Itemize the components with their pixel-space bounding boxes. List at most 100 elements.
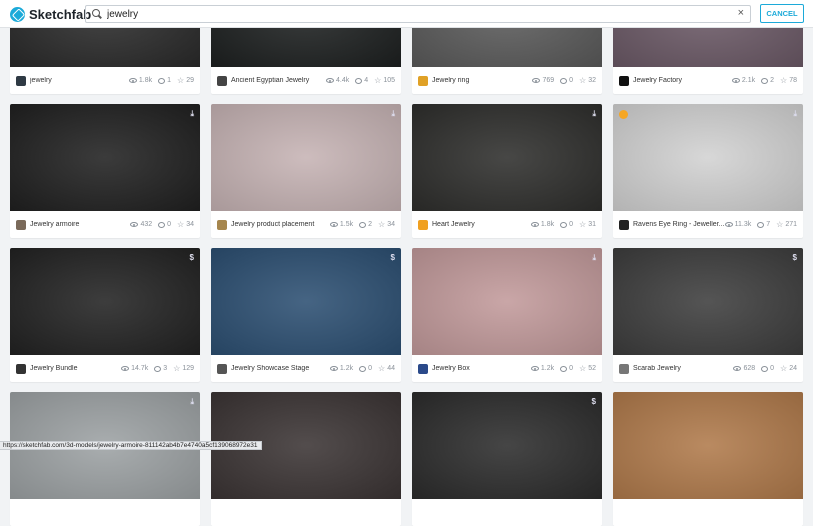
avatar[interactable] bbox=[217, 75, 227, 86]
likes-value: 32 bbox=[588, 77, 596, 84]
model-stats: 11.3k 7 ☆ 271 bbox=[724, 220, 797, 229]
model-card[interactable] bbox=[211, 392, 401, 526]
avatar[interactable] bbox=[418, 363, 428, 374]
model-thumbnail[interactable] bbox=[10, 248, 200, 355]
model-thumbnail[interactable] bbox=[613, 248, 803, 355]
star-icon: ☆ bbox=[177, 219, 185, 229]
model-thumbnail[interactable] bbox=[211, 248, 401, 355]
model-title[interactable]: Heart Jewelry bbox=[432, 221, 531, 228]
likes-value: 271 bbox=[785, 221, 797, 228]
model-thumbnail[interactable] bbox=[10, 104, 200, 211]
star-icon: ☆ bbox=[579, 219, 587, 229]
model-card[interactable] bbox=[613, 392, 803, 526]
model-card[interactable]: $ Jewelry Bundle 14.7k 3 ☆ 129 bbox=[10, 248, 200, 382]
likes-count: ☆ 44 bbox=[378, 363, 395, 373]
download-icon[interactable]: ⤓ bbox=[190, 109, 194, 119]
model-thumbnail[interactable] bbox=[412, 392, 602, 499]
paid-icon: $ bbox=[189, 253, 194, 262]
model-title[interactable]: Jewelry Box bbox=[432, 365, 531, 372]
card-meta: Ancient Egyptian Jewelry 4.4k 4 ☆ 105 bbox=[211, 67, 401, 94]
comments-count: 2 bbox=[359, 221, 372, 228]
views-value: 2.1k bbox=[741, 77, 756, 84]
avatar[interactable] bbox=[16, 219, 26, 230]
model-thumbnail[interactable] bbox=[412, 248, 602, 355]
model-thumbnail[interactable] bbox=[412, 104, 602, 211]
search-input[interactable] bbox=[107, 8, 727, 20]
avatar[interactable] bbox=[418, 75, 428, 86]
avatar[interactable] bbox=[619, 75, 629, 86]
model-title[interactable]: Jewelry armoire bbox=[30, 221, 130, 228]
star-icon: ☆ bbox=[780, 75, 788, 85]
model-title[interactable]: Jewelry Factory bbox=[633, 77, 732, 84]
comments-value: 0 bbox=[368, 365, 373, 372]
model-card[interactable]: ⤓ Jewelry product placement 1.5k 2 ☆ 34 bbox=[211, 104, 401, 238]
card-meta: Jewelry Showcase Stage 1.2k 0 ☆ 44 bbox=[211, 355, 401, 382]
model-card[interactable]: ⤓ Jewelry Box 1.2k 0 ☆ 52 bbox=[412, 248, 602, 382]
model-title[interactable]: Jewelry ring bbox=[432, 77, 532, 84]
avatar[interactable] bbox=[619, 363, 629, 374]
eye-icon bbox=[530, 222, 539, 227]
download-icon[interactable]: ⤓ bbox=[592, 253, 596, 263]
views-value: 769 bbox=[542, 77, 555, 84]
eye-icon bbox=[329, 222, 338, 227]
model-thumbnail[interactable] bbox=[613, 392, 803, 499]
model-thumbnail[interactable] bbox=[211, 104, 401, 211]
avatar[interactable] bbox=[418, 219, 428, 230]
model-stats: 1.5k 2 ☆ 34 bbox=[329, 219, 395, 229]
comment-icon bbox=[560, 77, 568, 84]
model-card[interactable]: ⤓ Ravens Eye Ring - Jeweller... 11.3k 7 ☆ 271 bbox=[613, 104, 803, 238]
model-title[interactable]: Ravens Eye Ring - Jeweller... bbox=[633, 221, 725, 228]
model-title[interactable]: Jewelry product placement bbox=[231, 221, 330, 228]
likes-count: ☆ 105 bbox=[374, 76, 395, 85]
model-title[interactable]: Jewelry Bundle bbox=[30, 365, 121, 372]
comments-count: 1 bbox=[158, 77, 171, 84]
star-icon: ☆ bbox=[579, 75, 587, 85]
download-icon[interactable]: ⤓ bbox=[592, 109, 596, 119]
model-title[interactable]: Scarab Jewelry bbox=[633, 365, 733, 372]
star-icon: ☆ bbox=[780, 363, 788, 373]
download-icon[interactable]: ⤓ bbox=[190, 397, 194, 407]
cancel-button[interactable]: CANCEL bbox=[760, 4, 804, 23]
star-icon: ☆ bbox=[378, 363, 386, 373]
clear-icon[interactable]: × bbox=[738, 7, 744, 19]
card-meta: Ravens Eye Ring - Jeweller... 11.3k 7 ☆ 271 bbox=[613, 211, 803, 238]
model-title[interactable]: Jewelry Showcase Stage bbox=[231, 365, 330, 372]
download-icon[interactable]: ⤓ bbox=[793, 109, 797, 119]
model-card[interactable]: ⤓ Jewelry armoire 432 0 ☆ 34 bbox=[10, 104, 200, 238]
likes-count: ☆ 129 bbox=[173, 363, 194, 373]
likes-count: ☆ 34 bbox=[177, 219, 194, 229]
model-stats: 4.4k 4 ☆ 105 bbox=[326, 76, 395, 85]
card-meta: Heart Jewelry 1.8k 0 ☆ 31 bbox=[412, 211, 602, 238]
model-stats: 628 0 ☆ 24 bbox=[733, 363, 797, 373]
comment-icon bbox=[757, 221, 765, 228]
eye-icon bbox=[530, 366, 539, 371]
card-meta: Jewelry ring 769 0 ☆ 32 bbox=[412, 67, 602, 94]
model-thumbnail[interactable] bbox=[613, 104, 803, 211]
avatar[interactable] bbox=[16, 75, 26, 86]
model-title[interactable]: jewelry bbox=[30, 77, 129, 84]
model-card[interactable]: $ Jewelry Showcase Stage 1.2k 0 ☆ 44 bbox=[211, 248, 401, 382]
model-card[interactable]: $ bbox=[412, 392, 602, 526]
star-icon: ☆ bbox=[378, 219, 386, 229]
eye-icon bbox=[329, 366, 338, 371]
model-card[interactable]: $ Scarab Jewelry 628 0 ☆ 24 bbox=[613, 248, 803, 382]
views-count: 769 bbox=[532, 77, 554, 84]
model-card[interactable]: ⤓ Heart Jewelry 1.8k 0 ☆ 31 bbox=[412, 104, 602, 238]
avatar[interactable] bbox=[217, 219, 227, 230]
likes-value: 78 bbox=[789, 77, 797, 84]
avatar[interactable] bbox=[217, 363, 227, 374]
comments-count: 3 bbox=[154, 365, 167, 372]
comments-value: 0 bbox=[569, 77, 574, 84]
likes-value: 29 bbox=[186, 77, 194, 84]
avatar[interactable] bbox=[619, 219, 629, 230]
model-title[interactable]: Ancient Egyptian Jewelry bbox=[231, 77, 326, 84]
views-count: 1.2k bbox=[329, 365, 353, 372]
download-icon[interactable]: ⤓ bbox=[391, 109, 395, 119]
views-count: 628 bbox=[733, 365, 755, 372]
sketchfab-logo[interactable]: Sketchfab bbox=[10, 5, 91, 23]
comments-count: 0 bbox=[359, 365, 372, 372]
avatar[interactable] bbox=[16, 363, 26, 374]
model-card[interactable]: ⤓ bbox=[10, 392, 200, 526]
likes-count: ☆ 34 bbox=[378, 219, 395, 229]
star-icon: ☆ bbox=[173, 363, 181, 373]
